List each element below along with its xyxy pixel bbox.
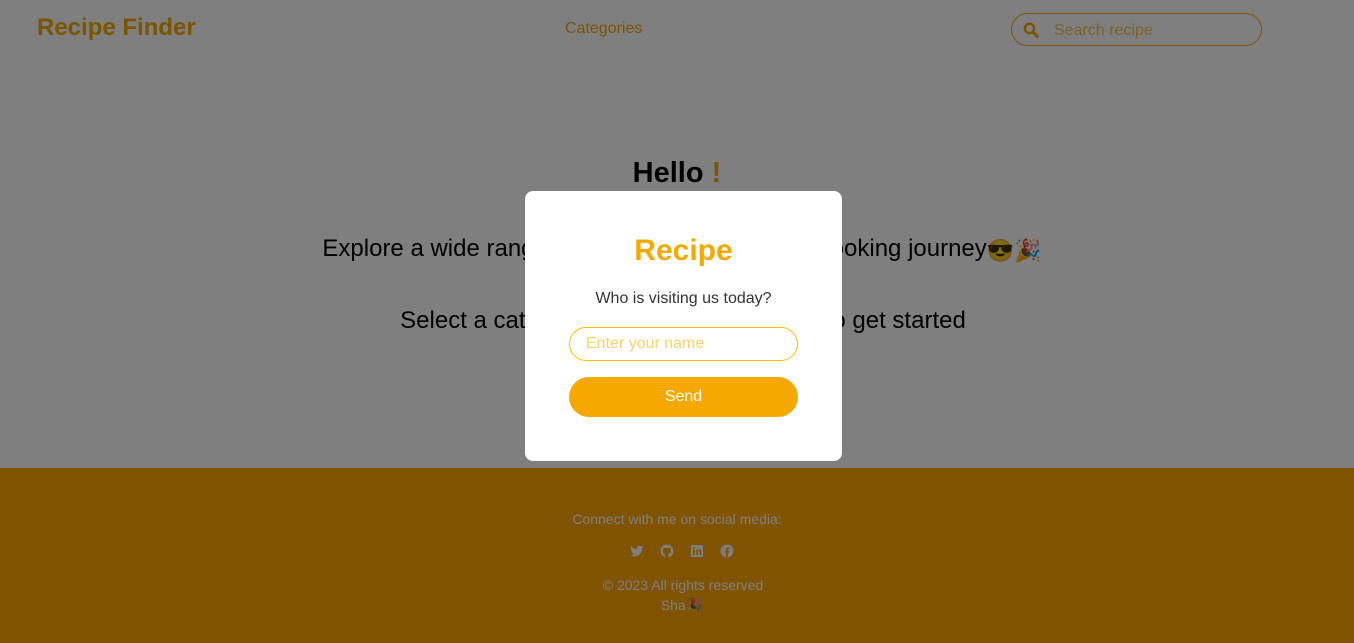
- page: Recipe Finder Categories Hello ! Explore…: [0, 0, 1354, 643]
- name-input[interactable]: [569, 327, 798, 361]
- modal-title: Recipe: [634, 234, 733, 267]
- modal-question: Who is visiting us today?: [595, 290, 772, 307]
- name-modal: Recipe Who is visiting us today? Send: [525, 191, 842, 461]
- modal-overlay[interactable]: Recipe Who is visiting us today? Send: [0, 0, 1354, 643]
- send-button[interactable]: Send: [569, 377, 798, 417]
